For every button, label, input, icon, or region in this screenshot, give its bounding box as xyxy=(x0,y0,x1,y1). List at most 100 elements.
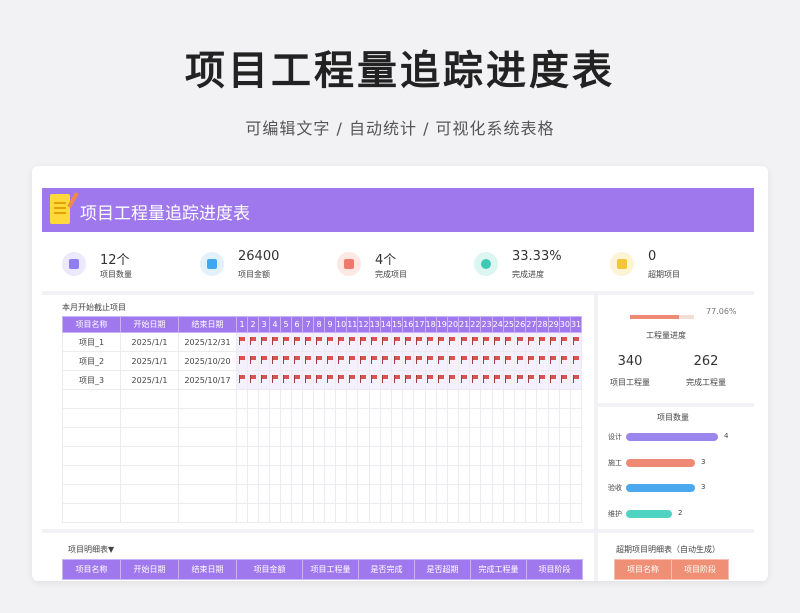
day-cell[interactable] xyxy=(469,446,482,466)
day-cell[interactable] xyxy=(469,408,482,428)
day-cell[interactable] xyxy=(269,332,281,352)
day-cell[interactable] xyxy=(424,389,437,409)
day-header[interactable]: 3 xyxy=(258,316,270,333)
day-cell[interactable] xyxy=(525,370,538,390)
day-cell[interactable] xyxy=(402,465,415,485)
day-cell[interactable] xyxy=(480,370,493,390)
day-cell[interactable] xyxy=(258,389,270,409)
day-cell[interactable] xyxy=(413,465,426,485)
day-cell[interactable] xyxy=(491,370,504,390)
column-header[interactable]: 项目阶段 xyxy=(671,559,729,580)
day-cell[interactable] xyxy=(502,332,516,352)
column-header[interactable]: 项目工程量 xyxy=(302,559,359,580)
column-header[interactable]: 开始日期 xyxy=(120,316,179,333)
day-cell[interactable] xyxy=(258,332,270,352)
day-cell[interactable] xyxy=(346,503,359,523)
day-cell[interactable] xyxy=(491,351,504,371)
day-cell[interactable] xyxy=(280,484,292,504)
day-cell[interactable] xyxy=(569,332,583,352)
day-cell[interactable] xyxy=(258,484,270,504)
day-cell[interactable] xyxy=(334,351,348,371)
day-cell[interactable] xyxy=(446,370,460,390)
day-cell[interactable] xyxy=(513,503,527,523)
day-cell[interactable] xyxy=(491,332,504,352)
day-cell[interactable] xyxy=(491,484,504,504)
day-cell[interactable] xyxy=(313,370,325,390)
day-cell[interactable] xyxy=(480,389,493,409)
day-cell[interactable] xyxy=(424,370,437,390)
day-cell[interactable] xyxy=(357,389,370,409)
day-cell[interactable] xyxy=(302,408,314,428)
day-cell[interactable] xyxy=(280,389,292,409)
day-cell[interactable] xyxy=(536,465,549,485)
day-cell[interactable] xyxy=(346,351,359,371)
day-cell[interactable] xyxy=(236,370,248,390)
day-cell[interactable] xyxy=(558,408,571,428)
day-header[interactable]: 9 xyxy=(324,316,336,333)
day-cell[interactable] xyxy=(435,484,448,504)
day-cell[interactable] xyxy=(402,503,415,523)
day-cell[interactable] xyxy=(324,370,336,390)
day-cell[interactable] xyxy=(413,351,426,371)
day-cell[interactable] xyxy=(368,465,381,485)
day-header[interactable]: 24 xyxy=(491,316,504,333)
day-cell[interactable] xyxy=(469,351,482,371)
day-cell[interactable] xyxy=(247,370,259,390)
table-cell[interactable] xyxy=(178,465,237,485)
day-cell[interactable] xyxy=(368,408,381,428)
day-cell[interactable] xyxy=(324,332,336,352)
day-cell[interactable] xyxy=(480,427,493,447)
day-cell[interactable] xyxy=(413,503,426,523)
day-cell[interactable] xyxy=(357,408,370,428)
day-cell[interactable] xyxy=(390,389,404,409)
day-cell[interactable] xyxy=(446,446,460,466)
day-cell[interactable] xyxy=(346,427,359,447)
table-cell[interactable] xyxy=(120,484,179,504)
day-cell[interactable] xyxy=(525,465,538,485)
day-cell[interactable] xyxy=(324,389,336,409)
day-cell[interactable] xyxy=(491,389,504,409)
table-cell[interactable]: 2025/1/1 xyxy=(120,332,179,352)
day-cell[interactable] xyxy=(458,427,471,447)
day-cell[interactable] xyxy=(379,389,392,409)
day-cell[interactable] xyxy=(402,484,415,504)
day-cell[interactable] xyxy=(280,351,292,371)
day-cell[interactable] xyxy=(424,446,437,466)
day-cell[interactable] xyxy=(446,465,460,485)
day-header[interactable]: 20 xyxy=(446,316,460,333)
day-header[interactable]: 6 xyxy=(291,316,303,333)
day-cell[interactable] xyxy=(513,351,527,371)
day-cell[interactable] xyxy=(446,389,460,409)
day-cell[interactable] xyxy=(302,370,314,390)
day-cell[interactable] xyxy=(525,408,538,428)
day-cell[interactable] xyxy=(258,465,270,485)
day-header[interactable]: 28 xyxy=(536,316,549,333)
day-cell[interactable] xyxy=(291,370,303,390)
day-cell[interactable] xyxy=(379,446,392,466)
table-cell[interactable] xyxy=(178,427,237,447)
day-cell[interactable] xyxy=(302,351,314,371)
day-cell[interactable] xyxy=(502,370,516,390)
day-cell[interactable] xyxy=(313,465,325,485)
day-cell[interactable] xyxy=(435,389,448,409)
day-cell[interactable] xyxy=(446,503,460,523)
day-cell[interactable] xyxy=(379,332,392,352)
day-header[interactable]: 26 xyxy=(513,316,527,333)
day-cell[interactable] xyxy=(368,484,381,504)
day-cell[interactable] xyxy=(480,484,493,504)
day-cell[interactable] xyxy=(390,370,404,390)
day-cell[interactable] xyxy=(547,351,560,371)
day-cell[interactable] xyxy=(558,427,571,447)
day-cell[interactable] xyxy=(236,503,248,523)
day-cell[interactable] xyxy=(313,332,325,352)
column-header[interactable]: 是否超期 xyxy=(414,559,471,580)
table-cell[interactable]: 2025/12/31 xyxy=(178,332,237,352)
day-cell[interactable] xyxy=(558,370,571,390)
day-cell[interactable] xyxy=(469,370,482,390)
day-cell[interactable] xyxy=(258,408,270,428)
day-cell[interactable] xyxy=(413,408,426,428)
day-header[interactable]: 25 xyxy=(502,316,516,333)
day-cell[interactable] xyxy=(390,332,404,352)
day-cell[interactable] xyxy=(346,370,359,390)
day-cell[interactable] xyxy=(357,446,370,466)
